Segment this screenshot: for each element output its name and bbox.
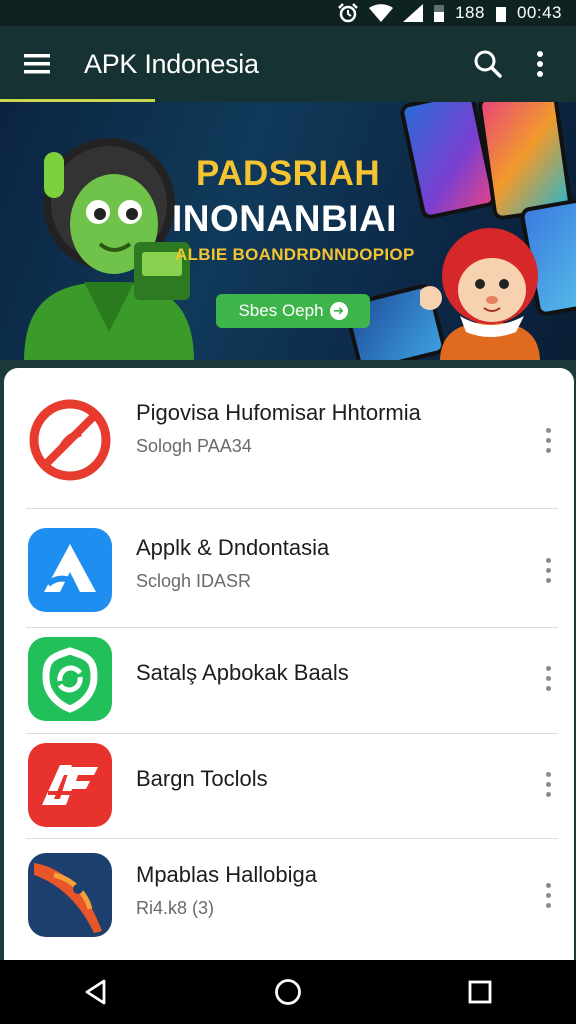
menu-button[interactable] [12,39,62,89]
refresh-shield-icon [28,637,112,721]
list-item[interactable]: Bargn Toclols [4,742,574,828]
app-subtitle: Sologh PAA34 [136,436,252,456]
list-item[interactable]: Satalş Apbokak Baals [4,636,574,722]
menu-icon [24,54,50,74]
more-vert-icon[interactable] [536,550,560,590]
doll-mascot-illustration [420,228,540,360]
divider [26,508,558,509]
banner-headline-1: PADSRIAH [196,154,381,193]
banner-headline-3: ALBIE BOANDRDNNDOPIOP [175,245,415,264]
more-vert-icon[interactable] [536,764,560,804]
more-vert-icon [537,51,543,77]
back-button[interactable] [61,967,131,1017]
signal-icon [403,4,424,22]
battery-icon [433,3,445,23]
promo-banner[interactable]: PADSRIAH INONANBIAI ALBIE BOANDRDNNDOPIO… [0,102,576,360]
system-nav-bar [0,960,576,1024]
banner-headline-2: INONANBIAI [172,198,397,239]
app-name: Mpablas Hallobiga [136,862,317,887]
wifi-icon [369,4,394,22]
back-icon [85,979,106,1005]
list-item[interactable]: Mpablas Hallobiga Ri4.k8 (3) [4,850,574,940]
wing-logo-icon [28,853,112,937]
home-icon [275,979,301,1005]
app-name: Pigovisa Hufomisar Hhtormia [136,400,421,425]
more-vert-icon[interactable] [536,875,560,915]
divider [26,733,558,734]
triangle-a-icon [28,528,112,612]
banner-cta-label: Sbes Oeph [238,301,324,320]
status-bar: 188 00:43 [0,0,576,26]
app-name: Applk & Dndontasia [136,535,330,560]
banner-cta-button[interactable]: Sbes Oeph ➜ [216,294,370,328]
recents-button[interactable] [445,967,515,1017]
list-item[interactable]: Pigovisa Hufomisar Hhtormia Sologh PAA34 [4,398,574,482]
af-logo-icon [28,743,112,827]
app-subtitle: Sclogh IDASR [136,571,252,591]
more-vert-icon[interactable] [536,420,560,460]
list-item[interactable]: Applk & Dndontasia Sclogh IDASR [4,525,574,615]
alarm-icon [337,3,359,23]
recents-icon [468,980,492,1004]
battery-small-icon [495,4,507,22]
arrow-right-icon: ➜ [329,302,348,320]
blocked-tool-icon [28,398,112,482]
divider [26,627,558,628]
overflow-menu-button[interactable] [514,38,566,90]
app-bar: APK Indonesia [0,26,576,102]
app-title: APK Indonesia [84,48,259,79]
app-list: Pigovisa Hufomisar Hhtormia Sologh PAA34… [4,368,574,968]
more-vert-icon[interactable] [536,658,560,698]
app-name: Bargn Toclols [136,766,268,791]
divider [26,838,558,839]
home-button[interactable] [253,967,323,1017]
clock: 00:43 [516,3,562,22]
search-button[interactable] [462,38,514,90]
battery-text: 188 [455,3,485,22]
app-subtitle: Ri4.k8 (3) [136,898,215,918]
app-name: Satalş Apbokak Baals [136,660,349,685]
search-icon [474,50,502,78]
